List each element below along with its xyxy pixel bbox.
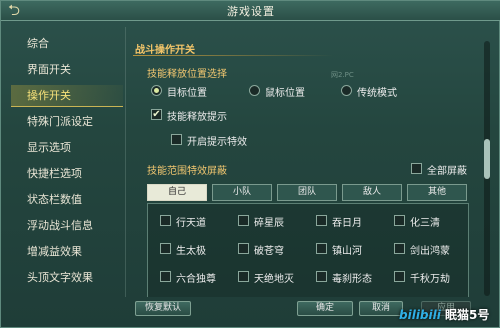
sidebar-item-general[interactable]: 综合 — [11, 33, 123, 55]
skill-position-label: 技能释放位置选择 — [147, 69, 227, 80]
content-scrollbar[interactable] — [484, 41, 490, 296]
sidebar: 综合 界面开关 操作开关 特殊门派设定 显示选项 快捷栏选项 状态栏数值 浮动战… — [11, 31, 123, 296]
tab-other[interactable]: 其他 — [407, 184, 467, 201]
skill-hint-checkbox[interactable]: ✔ — [151, 109, 162, 120]
sidebar-item-display-options[interactable]: 显示选项 — [11, 137, 123, 159]
section-title: 战斗操作开关 — [135, 45, 195, 56]
sidebar-item-special-sect[interactable]: 特殊门派设定 — [11, 111, 123, 133]
skill-checkbox[interactable] — [394, 271, 405, 282]
sidebar-item-overhead-text[interactable]: 头顶文字效果 — [11, 267, 123, 289]
tab-enemy[interactable]: 敌人 — [342, 184, 402, 201]
skill-hint-label: 技能释放提示 — [167, 112, 227, 123]
title-bar: ⮌ 游戏设置 — [1, 1, 500, 21]
radio-classic-mode-label: 传统模式 — [357, 88, 397, 99]
restore-default-button[interactable]: 恢复默认 — [135, 301, 191, 316]
bilibili-watermark: bilibili 眠猫5号 — [399, 306, 489, 323]
scrollbar-thumb[interactable] — [484, 139, 490, 179]
section-underline — [133, 55, 333, 56]
skill-label: 碎星辰 — [254, 218, 284, 229]
skill-label: 化三清 — [410, 218, 440, 229]
effects-block-label: 技能范围特效屏蔽 — [147, 166, 227, 177]
sidebar-item-floating-combat[interactable]: 浮动战斗信息 — [11, 215, 123, 237]
radio-target-position-label: 目标位置 — [167, 88, 207, 99]
hint-effect-label: 开启提示特效 — [187, 137, 247, 148]
confirm-button[interactable]: 确定 — [297, 301, 353, 316]
skill-checkbox[interactable] — [160, 215, 171, 226]
tab-team[interactable]: 团队 — [277, 184, 337, 201]
skill-checkbox[interactable] — [160, 271, 171, 282]
skill-label: 六合独尊 — [176, 274, 216, 285]
block-all-label: 全部屏蔽 — [427, 166, 467, 177]
checkmark-icon: ✔ — [152, 109, 161, 120]
faint-text: 网2.PC — [331, 71, 354, 79]
sidebar-item-buff-effects[interactable]: 增减益效果 — [11, 241, 123, 263]
effects-tabs: 自己 小队 团队 敌人 其他 — [147, 184, 469, 202]
settings-window: ⮌ 游戏设置 综合 界面开关 操作开关 特殊门派设定 显示选项 快捷栏选项 状态… — [0, 0, 500, 328]
skill-label: 天绝地灭 — [254, 274, 294, 285]
skill-checkbox[interactable] — [316, 215, 327, 226]
sidebar-item-interface-toggles[interactable]: 界面开关 — [11, 59, 123, 81]
skill-label: 剑出鸿蒙 — [410, 246, 450, 257]
skill-label: 千秋万劫 — [410, 274, 450, 285]
settings-content: 战斗操作开关 技能释放位置选择 网2.PC 目标位置 鼠标位置 传统模式 ✔ 技… — [129, 35, 477, 297]
tab-party[interactable]: 小队 — [212, 184, 272, 201]
skill-effects-grid: 行天道 碎星辰 吞日月 化三清 生太极 破苍穹 镇山河 剑出鸿蒙 六合独尊 天绝… — [147, 203, 469, 297]
cancel-button[interactable]: 取消 — [359, 301, 403, 316]
radio-classic-mode[interactable] — [341, 85, 352, 96]
sidebar-divider — [125, 27, 126, 297]
skill-label: 生太极 — [176, 246, 206, 257]
skill-checkbox[interactable] — [316, 243, 327, 254]
skill-label: 破苍穹 — [254, 246, 284, 257]
bilibili-logo: bilibili — [399, 308, 441, 322]
radio-mouse-position-label: 鼠标位置 — [265, 88, 305, 99]
skill-checkbox[interactable] — [238, 271, 249, 282]
skill-checkbox[interactable] — [316, 271, 327, 282]
skill-label: 镇山河 — [332, 246, 362, 257]
skill-checkbox[interactable] — [238, 243, 249, 254]
radio-target-position[interactable] — [151, 85, 162, 96]
skill-label: 行天道 — [176, 218, 206, 229]
skill-label: 吞日月 — [332, 218, 362, 229]
sidebar-item-hotbar-options[interactable]: 快捷栏选项 — [11, 163, 123, 185]
skill-checkbox[interactable] — [160, 243, 171, 254]
watermark-user: 眠猫5号 — [445, 308, 490, 322]
sidebar-item-operation-toggles[interactable]: 操作开关 — [11, 85, 123, 107]
hint-effect-checkbox[interactable] — [171, 134, 182, 145]
sidebar-item-status-values[interactable]: 状态栏数值 — [11, 189, 123, 211]
skill-checkbox[interactable] — [394, 243, 405, 254]
window-title: 游戏设置 — [227, 5, 275, 18]
skill-checkbox[interactable] — [238, 215, 249, 226]
block-all-checkbox[interactable] — [411, 163, 422, 174]
tab-self[interactable]: 自己 — [147, 184, 207, 201]
skill-label: 毒刹形态 — [332, 274, 372, 285]
skill-checkbox[interactable] — [394, 215, 405, 226]
radio-mouse-position[interactable] — [249, 85, 260, 96]
